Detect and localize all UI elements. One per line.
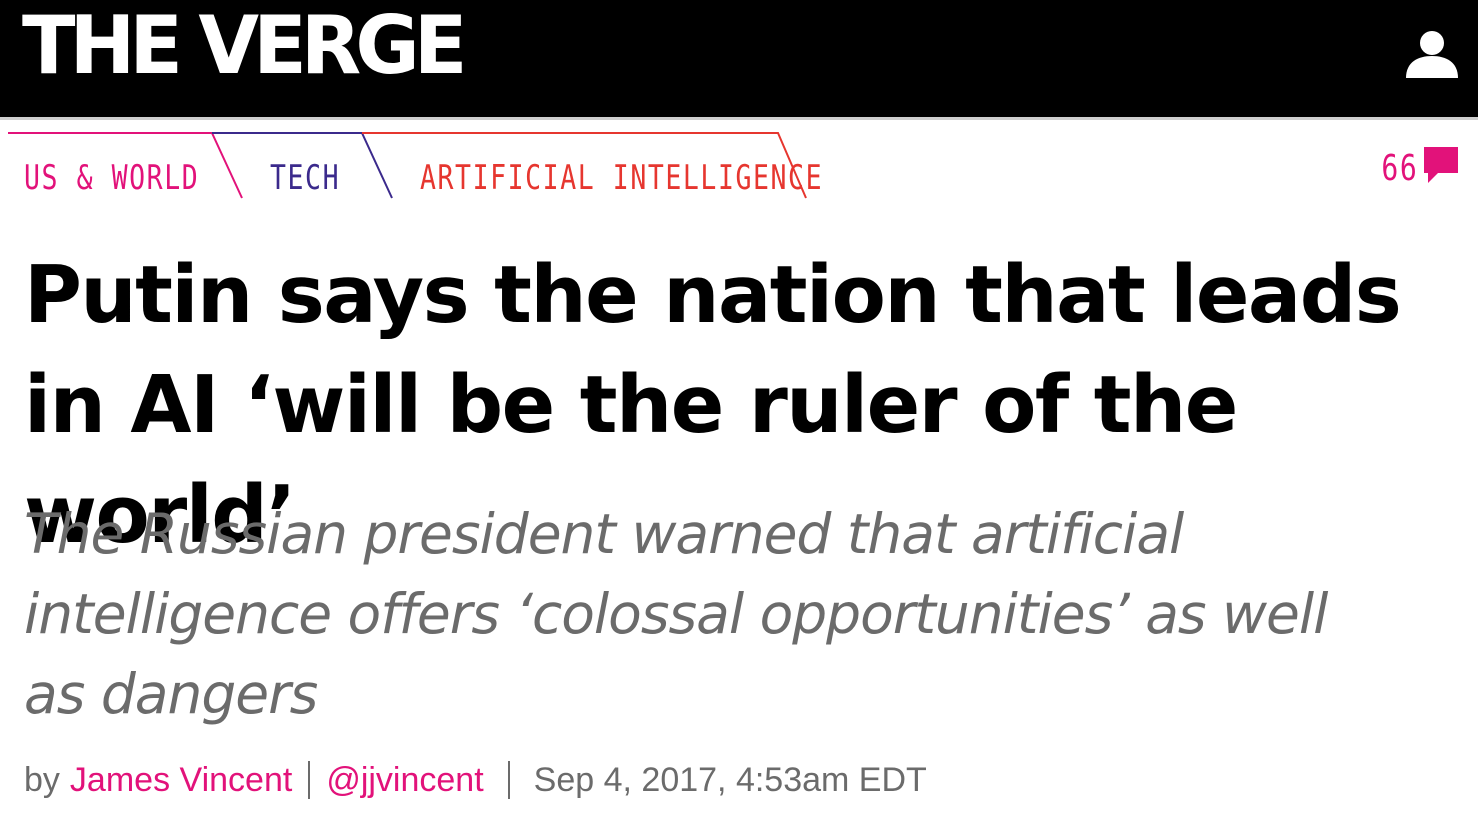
tab-artificial-intelligence[interactable]: ARTIFICIAL INTELLIGENCE [420,158,823,198]
comments-link[interactable]: 66 [1371,142,1460,194]
author-link[interactable]: James Vincent [70,761,292,800]
site-logo[interactable]: THE VERGE [22,6,467,86]
comment-count: 66 [1381,147,1418,189]
article-dek: The Russian president warned that artifi… [24,502,1328,726]
category-tabs: US & WORLD TECH ARTIFICIAL INTELLIGENCE [0,128,1478,204]
site-header: THE VERGE [0,0,1478,117]
header-divider [0,117,1478,120]
comment-icon [1424,147,1458,183]
publish-date: Sep 4, 2017, 4:53am EDT [533,760,927,799]
tab-tech[interactable]: TECH [270,158,340,198]
author-twitter-link[interactable]: @jjvincent [326,761,483,800]
byline-prefix: by [24,760,60,799]
article-byline: by James Vincent @jjvincent Sep 4, 2017,… [24,758,927,802]
user-icon[interactable] [1404,28,1460,80]
tab-us-world[interactable]: US & WORLD [24,158,199,198]
byline-divider [308,761,311,799]
byline-divider [507,761,510,799]
